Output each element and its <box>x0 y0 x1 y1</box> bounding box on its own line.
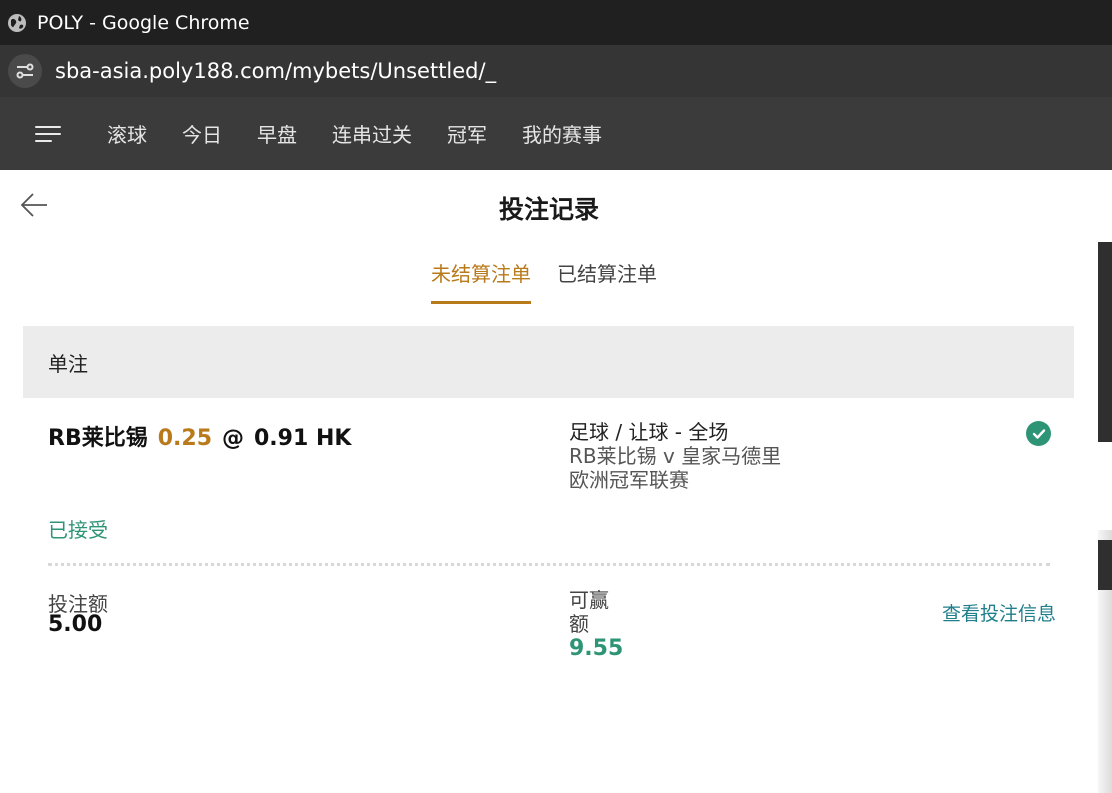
check-circle-icon <box>1026 421 1051 446</box>
bet-card: RB莱比锡 0.25 @0.91 HK 足球 / 让球 - 全场 RB莱比锡 v 皇… <box>23 398 1074 668</box>
stake-value: 5.00 <box>48 612 103 637</box>
bet-market: 足球 / 让球 - 全场 <box>569 420 729 444</box>
potential-win-value: 9.55 <box>569 636 624 661</box>
bet-league: 欧洲冠军联赛 <box>569 468 689 492</box>
single-bet-section-header: 单注 <box>23 326 1074 398</box>
page-title: 投注记录 <box>498 195 599 224</box>
address-bar: sba-asia.poly188.com/mybets/Unsettled/_ <box>0 45 1112 97</box>
site-nav-bar: 滚球 今日 早盘 连串过关 冠军 我的赛事 <box>0 97 1112 170</box>
bet-handicap: 0.25 <box>157 426 212 451</box>
bet-history-page: 投注记录 未结算注单 已结算注单 单注 RB莱比锡 0.25 @0.91 HK 足球… <box>0 170 1098 793</box>
scrollbar-thumb[interactable] <box>1098 540 1112 590</box>
scrollbar-track[interactable] <box>1098 242 1112 442</box>
potential-win-label: 可赢额 <box>569 588 609 636</box>
site-settings-button[interactable] <box>8 54 42 88</box>
browser-title-bar: POLY - Google Chrome <box>0 0 1112 45</box>
bet-at-symbol: @ <box>222 426 244 451</box>
bet-tabs: 未结算注单 已结算注单 <box>431 258 683 304</box>
window-title: POLY - Google Chrome <box>37 11 250 34</box>
nav-item-early[interactable]: 早盘 <box>257 119 297 148</box>
hamburger-menu-icon[interactable] <box>35 124 61 144</box>
bet-match: RB莱比锡 v 皇家马德里 <box>569 444 782 468</box>
bet-selection: RB莱比锡 <box>48 426 148 451</box>
url-text[interactable]: sba-asia.poly188.com/mybets/Unsettled/_ <box>55 59 496 83</box>
globe-icon <box>8 13 26 32</box>
section-label: 单注 <box>48 351 88 376</box>
bet-detail: 足球 / 让球 - 全场 RB莱比锡 v 皇家马德里 欧洲冠军联赛 <box>569 420 781 492</box>
nav-item-my-events[interactable]: 我的赛事 <box>522 119 602 148</box>
right-edge-panel <box>1098 170 1112 793</box>
view-bet-info-link[interactable]: 查看投注信息 <box>942 599 1056 626</box>
tab-settled[interactable]: 已结算注单 <box>557 258 657 304</box>
bet-odds: 0.91 HK <box>254 426 352 451</box>
nav-item-parlay[interactable]: 连串过关 <box>332 119 412 148</box>
nav-item-today[interactable]: 今日 <box>182 119 222 148</box>
bet-status: 已接受 <box>48 518 108 542</box>
dotted-divider <box>48 563 1050 566</box>
nav-item-live[interactable]: 滚球 <box>107 119 147 148</box>
site-settings-icon <box>16 63 34 79</box>
bet-selection-line: RB莱比锡 0.25 @0.91 HK <box>48 420 351 452</box>
nav-item-outright[interactable]: 冠军 <box>447 119 487 148</box>
tab-unsettled[interactable]: 未结算注单 <box>431 258 531 304</box>
